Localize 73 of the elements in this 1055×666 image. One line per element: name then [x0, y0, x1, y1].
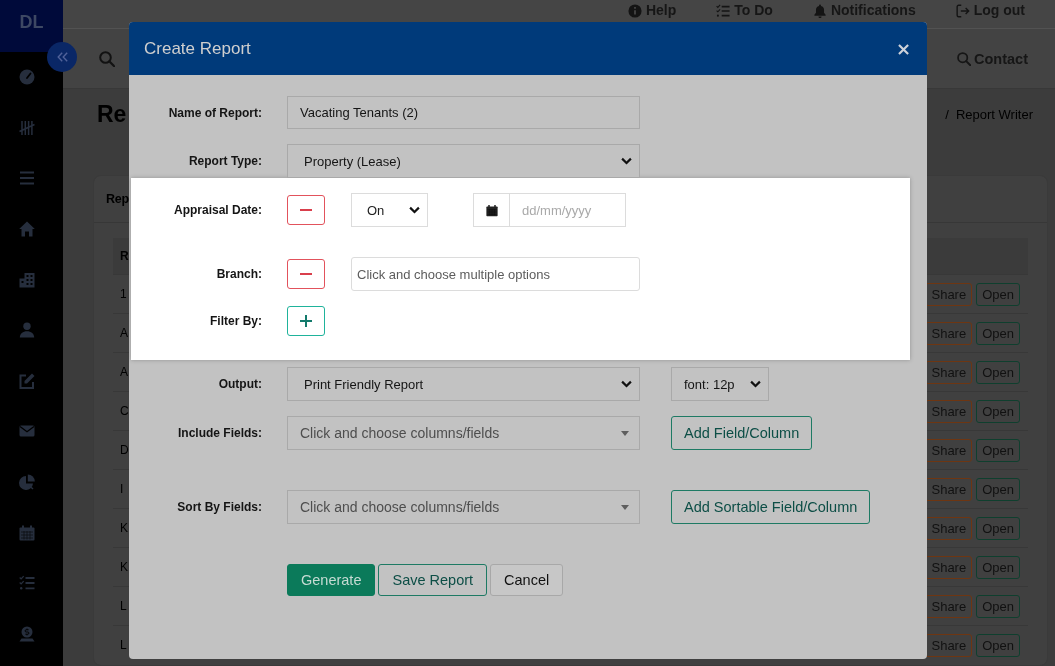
chevron-down-icon: [409, 206, 420, 214]
envelope-icon[interactable]: [18, 423, 35, 440]
double-chevron-left-icon: [56, 52, 68, 62]
calendar-button[interactable]: [473, 193, 510, 227]
caret-down-icon: [621, 504, 629, 510]
calendar-icon[interactable]: [18, 524, 35, 541]
fields-dropdown[interactable]: Click and choose columns/fields: [287, 416, 640, 450]
minus-icon: [300, 209, 312, 211]
add-field-button[interactable]: Add Sortable Field/Column: [671, 490, 871, 524]
close-button[interactable]: ×: [893, 39, 913, 58]
user-icon[interactable]: [18, 322, 35, 339]
text-input[interactable]: Vacating Tenants (2): [287, 96, 640, 129]
field-label: Branch:: [215, 267, 262, 281]
gauge-icon[interactable]: [18, 69, 35, 86]
remove-filter-button[interactable]: [287, 259, 325, 289]
field-label: Filter By:: [209, 314, 262, 328]
logo[interactable]: DL: [0, 0, 63, 52]
operator-select[interactable]: On: [351, 193, 428, 227]
breadcrumb-current: Report Writer: [955, 107, 1033, 122]
edit-icon[interactable]: [18, 372, 35, 389]
checklist-icon[interactable]: [18, 575, 35, 592]
page-title: Re: [97, 101, 127, 128]
report-link[interactable]: K: [120, 521, 128, 535]
remove-filter-button[interactable]: [287, 195, 325, 225]
field-label: Name of Report:: [167, 105, 262, 120]
report-link[interactable]: L: [120, 638, 127, 652]
date-input[interactable]: dd/mm/yyyy: [510, 193, 626, 227]
report-link[interactable]: A: [120, 365, 128, 379]
field-label: Report Type:: [187, 154, 262, 168]
report-link[interactable]: L: [120, 599, 127, 613]
bell-icon: [812, 3, 827, 18]
output-select[interactable]: Print Friendly Report: [287, 367, 640, 401]
tally-icon[interactable]: [18, 119, 35, 136]
select-dropdown[interactable]: Property (Lease): [287, 144, 640, 178]
caret-down-icon: [621, 430, 629, 436]
coin-icon[interactable]: [18, 625, 35, 642]
plus-icon: [300, 315, 312, 327]
calendar-icon: [485, 203, 498, 217]
building-icon[interactable]: [18, 271, 35, 288]
report-link[interactable]: C: [120, 404, 129, 418]
report-link[interactable]: A: [120, 326, 128, 340]
menu-icon[interactable]: [18, 170, 35, 187]
pie-chart-icon[interactable]: [18, 474, 35, 491]
home-icon[interactable]: [18, 221, 35, 238]
search-icon: [957, 51, 971, 66]
minus-icon: [300, 273, 312, 275]
chevron-down-icon: [621, 157, 632, 165]
report-link[interactable]: D: [120, 443, 129, 457]
field-label: Sort By Fields:: [176, 500, 262, 514]
chevron-down-icon: [621, 380, 632, 388]
dialog-button[interactable]: Generate: [287, 564, 376, 596]
checklist-icon: [716, 3, 731, 18]
dialog-title: Create Report: [144, 38, 251, 59]
dialog-button[interactable]: Save Report: [378, 564, 488, 596]
logout-icon: [955, 3, 970, 18]
dialog-button[interactable]: Cancel: [490, 564, 564, 596]
add-filter-button[interactable]: [287, 306, 325, 336]
report-link[interactable]: I: [120, 482, 124, 496]
field-label: Include Fields:: [177, 426, 262, 440]
report-link[interactable]: K: [120, 560, 128, 574]
card-title: Rep: [106, 192, 129, 206]
multiselect-input[interactable]: Click and choose multiple options: [351, 257, 640, 291]
field-label: Output:: [217, 377, 262, 391]
font-size-select[interactable]: font: 12p: [671, 367, 769, 401]
add-field-button[interactable]: Add Field/Column: [671, 416, 813, 450]
report-link[interactable]: 1: [120, 287, 127, 301]
chevron-down-icon: [750, 380, 761, 388]
column-header: R: [120, 249, 129, 263]
fields-dropdown[interactable]: Click and choose columns/fields: [287, 490, 640, 524]
info-icon: [627, 3, 642, 18]
search-icon[interactable]: [99, 50, 115, 67]
field-label: Appraisal Date:: [172, 203, 262, 217]
breadcrumb-separator: /: [945, 107, 949, 122]
